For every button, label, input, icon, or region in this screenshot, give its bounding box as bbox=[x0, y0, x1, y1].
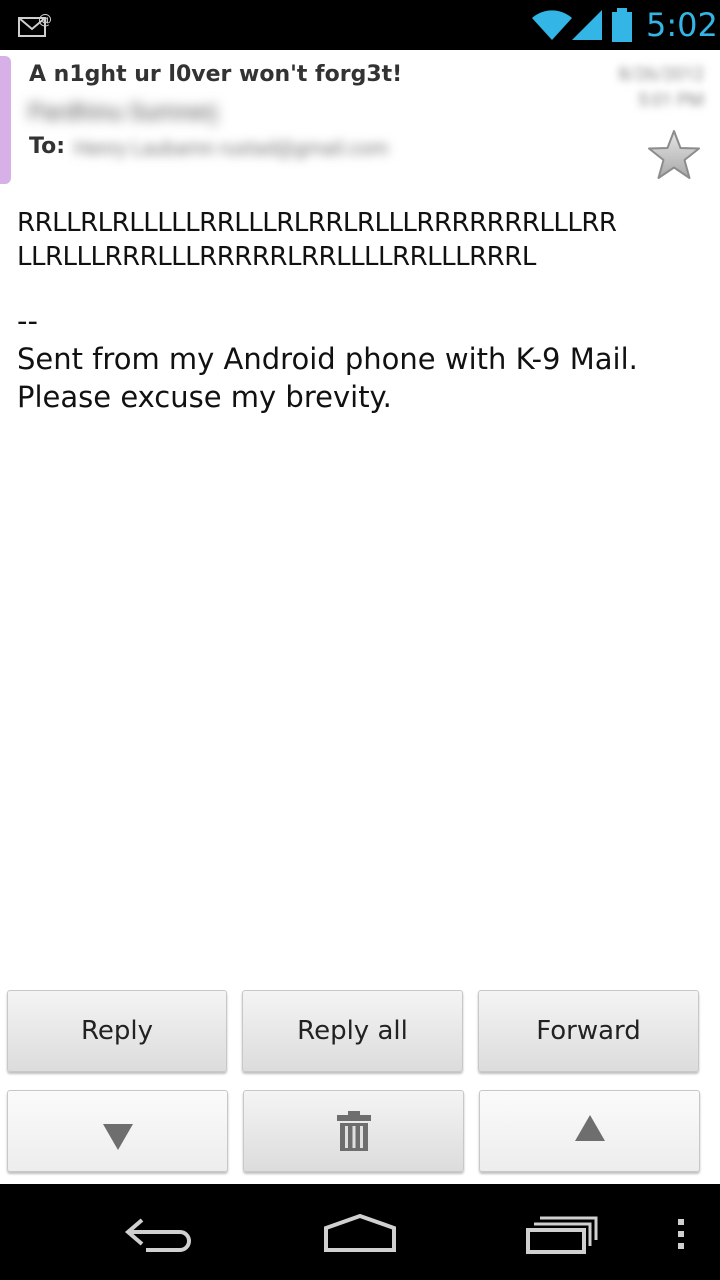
wifi-icon bbox=[532, 10, 572, 40]
reply-button-label: Reply bbox=[80, 1016, 153, 1046]
recipient-address[interactable]: Henry Laubamn rustad@gmail.com bbox=[74, 136, 388, 160]
next-message-button[interactable] bbox=[479, 1090, 700, 1172]
signature: -- Sent from my Android phone with K-9 M… bbox=[17, 302, 707, 416]
battery-icon bbox=[612, 8, 632, 42]
message-date-value: 8/26/2012 bbox=[618, 64, 704, 85]
home-icon[interactable] bbox=[322, 1214, 398, 1254]
message-date: 8/26/2012 5:01 PM bbox=[618, 62, 704, 114]
back-icon[interactable] bbox=[124, 1216, 196, 1252]
message-subject: A n1ght ur l0ver won't forg3t! bbox=[29, 62, 403, 87]
recents-icon[interactable] bbox=[526, 1216, 598, 1254]
overflow-menu-icon[interactable] bbox=[675, 1218, 687, 1250]
message-time-value: 5:01 PM bbox=[637, 90, 704, 111]
svg-text:@: @ bbox=[38, 12, 52, 28]
message-body: RRLLRLRLLLLLRRLLLRLRRLRLLLRRRRRRRLLLRR L… bbox=[17, 206, 707, 416]
reply-button[interactable]: Reply bbox=[7, 990, 227, 1072]
body-line: LLRLLLRRRLLLRRRRRLRRLLLLRRLLLRRRL bbox=[17, 242, 536, 272]
message-header: A n1ght ur l0ver won't forg3t! Pardhinu … bbox=[0, 50, 720, 190]
previous-message-button[interactable] bbox=[7, 1090, 228, 1172]
signature-separator: -- bbox=[17, 304, 38, 338]
reply-all-button-label: Reply all bbox=[297, 1016, 408, 1046]
delete-button[interactable] bbox=[243, 1090, 464, 1172]
down-triangle-icon bbox=[102, 1124, 133, 1150]
reply-all-button[interactable]: Reply all bbox=[242, 990, 463, 1072]
to-label: To: bbox=[29, 134, 65, 159]
navigation-bar bbox=[0, 1184, 720, 1280]
signal-icon bbox=[572, 10, 602, 40]
signature-line: Please excuse my brevity. bbox=[17, 380, 392, 414]
trash-icon bbox=[336, 1111, 371, 1151]
star-icon[interactable] bbox=[646, 128, 702, 184]
body-line: RRLLRLRLLLLLRRLLLRLRRLRLLLRRRRRRRLLLRR bbox=[17, 208, 617, 238]
forward-button-label: Forward bbox=[536, 1016, 641, 1046]
status-clock: 5:02 bbox=[646, 6, 718, 44]
sender-name[interactable]: Pardhinu Sumnerj bbox=[28, 98, 217, 126]
email-notification-icon: @ bbox=[18, 12, 52, 37]
signature-line: Sent from my Android phone with K-9 Mail… bbox=[17, 342, 638, 376]
account-color-chip bbox=[0, 56, 11, 184]
status-bar: @ 5:02 bbox=[0, 0, 720, 50]
up-triangle-icon bbox=[574, 1115, 605, 1141]
forward-button[interactable]: Forward bbox=[478, 990, 699, 1072]
